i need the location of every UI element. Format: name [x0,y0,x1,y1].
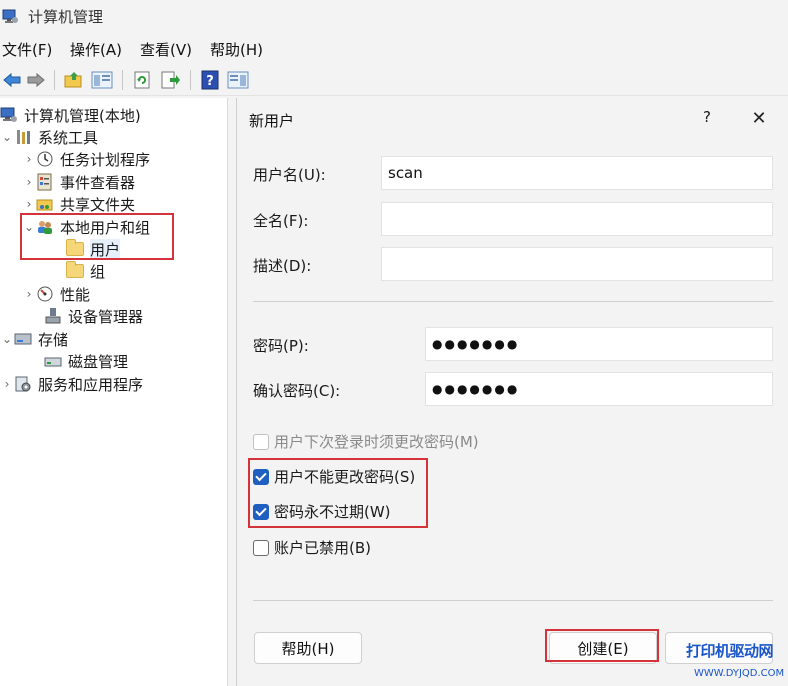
confirm-password-field[interactable]: ●●●●●●● [425,372,773,406]
up-folder-icon[interactable] [62,69,86,91]
event-viewer-icon [36,173,56,191]
clock-icon [36,150,56,168]
chevron-right-icon[interactable]: › [22,197,36,211]
watermark-logo: 打印机驱动网 WWW.DYJQD.COM [686,640,786,684]
account-disabled-label: 账户已禁用(B) [274,539,371,557]
pane-splitter[interactable] [228,98,236,686]
must-change-password-checkbox[interactable] [253,433,269,450]
must-change-password-label: 用户下次登录时须更改密码(M) [274,433,479,451]
tree-label: 设备管理器 [68,307,144,326]
chevron-down-icon[interactable]: ⌄ [0,332,14,346]
highlight-box [545,629,659,662]
tree-item-computer-management[interactable]: 计算机管理(本地) [0,104,141,126]
close-icon[interactable]: ✕ [747,108,771,130]
tree-label: 磁盘管理 [68,352,129,371]
tree-item-system-tools[interactable]: ⌄ 系统工具 [0,126,98,148]
folder-icon [66,261,86,280]
menu-view[interactable]: 查看(V) [140,39,192,60]
refresh-icon[interactable] [130,69,154,91]
menu-bar: 文件(F) 操作(A) 查看(V) 帮助(H) [0,36,788,62]
dialog-help-button[interactable]: ? [697,108,717,130]
tree-item-shared-folders[interactable]: › 共享文件夹 [22,193,135,215]
title-bar: 计算机管理 [0,0,788,34]
password-field[interactable]: ●●●●●●● [425,327,773,361]
tree-item-disk-management[interactable]: 磁盘管理 [44,350,128,372]
tree-item-task-scheduler[interactable]: › 任务计划程序 [22,148,150,170]
navigation-tree: 计算机管理(本地) ⌄ 系统工具 › 任务计划程序 › 事件查看器 › 共享文件… [0,98,228,686]
tree-item-device-manager[interactable]: 设备管理器 [44,305,143,327]
tree-label: 计算机管理(本地) [24,106,141,125]
divider [253,301,773,302]
svg-text:?: ? [206,74,214,89]
chevron-right-icon[interactable]: › [22,287,36,301]
menu-file[interactable]: 文件(F) [2,39,52,60]
tree-label: 事件查看器 [60,173,136,192]
show-hide-tree-icon[interactable] [90,69,114,91]
highlight-box [20,213,174,260]
tree-label: 任务计划程序 [60,150,151,169]
tree-item-storage[interactable]: ⌄ 存储 [0,328,68,350]
toolbar: ? [0,64,788,96]
must-change-password-option[interactable]: 用户下次登录时须更改密码(M) [253,431,479,452]
help-button[interactable]: 帮助(H) [254,632,362,664]
tree-item-services-apps[interactable]: › 服务和应用程序 [0,373,143,395]
disk-management-icon [44,352,64,370]
computer-management-icon [0,106,20,124]
fullname-label: 全名(F): [253,212,309,230]
account-disabled-checkbox[interactable] [253,539,269,556]
tree-item-groups[interactable]: 组 [66,260,105,282]
watermark-url: WWW.DYJQD.COM [694,668,785,679]
description-field[interactable] [381,247,773,281]
chevron-right-icon[interactable]: › [22,152,36,166]
new-user-dialog: 新用户 ? ✕ 用户名(U): scan 全名(F): 描述(D): 密码(P)… [236,98,788,686]
help-icon[interactable]: ? [198,69,222,91]
tree-label: 服务和应用程序 [38,375,144,394]
tree-label: 系统工具 [38,128,99,147]
chevron-right-icon[interactable]: › [22,175,36,189]
system-tools-icon [14,128,34,146]
menu-help[interactable]: 帮助(H) [210,39,263,60]
tree-item-event-viewer[interactable]: › 事件查看器 [22,171,135,193]
forward-arrow-icon[interactable] [24,69,48,91]
password-label: 密码(P): [253,337,309,355]
tree-label: 共享文件夹 [60,195,136,214]
services-icon [14,375,34,393]
fullname-field[interactable] [381,202,773,236]
properties-pane-icon[interactable] [226,69,250,91]
divider [253,600,773,601]
shared-folder-icon [36,195,56,213]
username-label: 用户名(U): [253,166,326,184]
computer-management-icon [2,8,18,24]
chevron-right-icon[interactable]: › [0,377,14,391]
dialog-title: 新用户 [249,112,295,130]
toolbar-separator [190,70,191,90]
chevron-down-icon[interactable]: ⌄ [0,130,14,144]
toolbar-separator [54,70,55,90]
highlight-box [248,458,428,528]
tree-label: 组 [90,262,106,281]
window-title: 计算机管理 [28,8,104,26]
performance-icon [36,285,56,303]
tree-label: 存储 [38,330,69,349]
confirm-password-label: 确认密码(C): [253,382,341,400]
menu-action[interactable]: 操作(A) [70,39,122,60]
toolbar-separator [122,70,123,90]
tree-label: 性能 [60,285,91,304]
account-disabled-option[interactable]: 账户已禁用(B) [253,537,371,558]
description-label: 描述(D): [253,257,312,275]
username-field[interactable]: scan [381,156,773,190]
storage-icon [14,330,34,348]
device-manager-icon [44,307,64,325]
watermark-text: 打印机驱动网 [686,642,774,660]
tree-item-performance[interactable]: › 性能 [22,283,90,305]
back-arrow-icon[interactable] [0,69,24,91]
export-list-icon[interactable] [158,69,182,91]
